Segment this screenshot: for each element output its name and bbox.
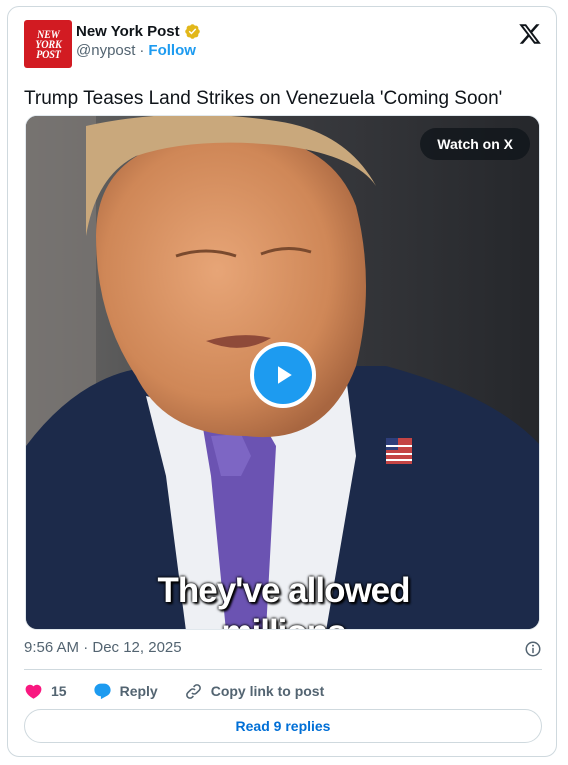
like-button[interactable]: 15	[24, 682, 67, 701]
follow-button[interactable]: Follow	[148, 42, 196, 59]
action-bar: 15 Reply Copy link to post	[24, 679, 542, 703]
copy-link-label: Copy link to post	[210, 683, 325, 699]
post-header: NEW YORK POST New York Post @nypost · Fo…	[24, 20, 542, 70]
post-text: Trump Teases Land Strikes on Venezuela '…	[24, 88, 503, 109]
verified-badge-icon	[184, 23, 201, 40]
divider	[24, 669, 542, 670]
play-button[interactable]	[250, 342, 316, 408]
copy-link-button[interactable]: Copy link to post	[184, 682, 325, 701]
post-timestamp[interactable]: 9:56 AM · Dec 12, 2025	[24, 639, 182, 656]
reply-button[interactable]: Reply	[93, 682, 158, 701]
avatar[interactable]: NEW YORK POST	[24, 20, 72, 68]
post-meta: 9:56 AM · Dec 12, 2025	[24, 639, 542, 659]
play-icon	[278, 366, 292, 384]
x-logo-icon[interactable]	[518, 22, 542, 46]
speech-bubble-icon	[93, 683, 111, 699]
watch-on-x-button[interactable]: Watch on X	[420, 128, 530, 160]
separator-dot: ·	[139, 42, 145, 59]
heart-icon	[25, 684, 42, 699]
author-display-name[interactable]: New York Post	[76, 23, 180, 40]
reply-label: Reply	[119, 683, 158, 699]
video-caption-line-2: millions	[26, 613, 539, 629]
video-caption-line-1: They've allowed	[157, 571, 410, 610]
link-icon	[185, 683, 201, 699]
info-icon[interactable]	[524, 640, 542, 658]
author-info: New York Post @nypost · Follow	[76, 23, 201, 59]
read-replies-button[interactable]: Read 9 replies	[24, 709, 542, 743]
avatar-logo-line-3: POST	[35, 47, 61, 61]
embedded-post-card: NEW YORK POST New York Post @nypost · Fo…	[7, 6, 557, 757]
like-count: 15	[51, 683, 67, 699]
video-player[interactable]: Watch on X They've allowed millions	[25, 115, 540, 630]
author-handle[interactable]: @nypost	[76, 42, 135, 59]
